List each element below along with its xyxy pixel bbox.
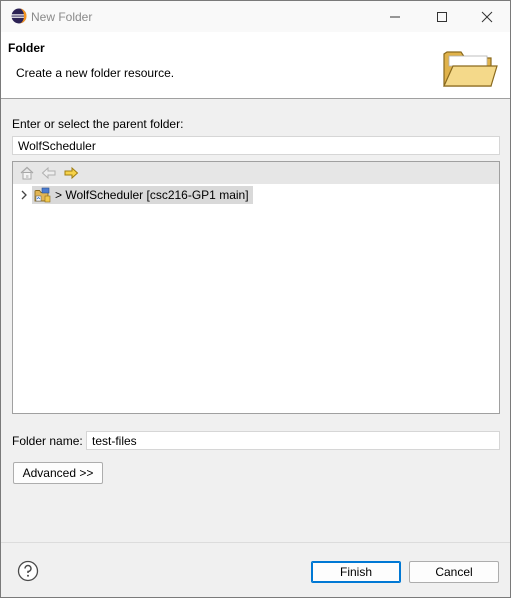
advanced-button[interactable]: Advanced >> <box>13 462 103 484</box>
banner-title: Folder <box>8 41 45 55</box>
chevron-right-icon[interactable] <box>19 189 29 201</box>
maximize-icon <box>437 12 447 22</box>
minimize-icon <box>390 16 400 18</box>
help-icon[interactable] <box>17 560 39 582</box>
container-tree[interactable]: > WolfScheduler [csc216-GP1 main] <box>12 161 500 414</box>
folder-name-input[interactable]: test-files <box>86 431 500 450</box>
eclipse-icon <box>11 8 27 24</box>
title-bar: New Folder <box>1 1 510 32</box>
parent-folder-input[interactable]: WolfScheduler <box>12 136 500 155</box>
close-button[interactable] <box>464 1 510 32</box>
minimize-button[interactable] <box>372 1 418 32</box>
home-icon[interactable] <box>19 166 35 180</box>
parent-folder-label: Enter or select the parent folder: <box>12 117 184 131</box>
close-icon <box>481 11 493 23</box>
forward-arrow-icon[interactable] <box>63 166 79 180</box>
cancel-button[interactable]: Cancel <box>409 561 499 583</box>
footer-separator <box>1 542 510 543</box>
folder-name-label: Folder name: <box>12 434 83 448</box>
project-folder-icon <box>34 187 51 203</box>
back-arrow-icon[interactable] <box>41 166 57 180</box>
window-title: New Folder <box>31 10 93 24</box>
new-folder-dialog: New Folder Folder Create a new folder re… <box>0 0 511 598</box>
finish-button[interactable]: Finish <box>311 561 401 583</box>
wizard-banner: Folder Create a new folder resource. <box>1 32 510 99</box>
banner-description: Create a new folder resource. <box>16 66 175 80</box>
tree-item-label: > WolfScheduler [csc216-GP1 main] <box>55 188 249 202</box>
tree-item-wolfscheduler[interactable]: > WolfScheduler [csc216-GP1 main] <box>32 186 253 204</box>
open-folder-icon <box>443 51 498 87</box>
maximize-button[interactable] <box>419 1 465 32</box>
tree-toolbar <box>13 162 499 184</box>
